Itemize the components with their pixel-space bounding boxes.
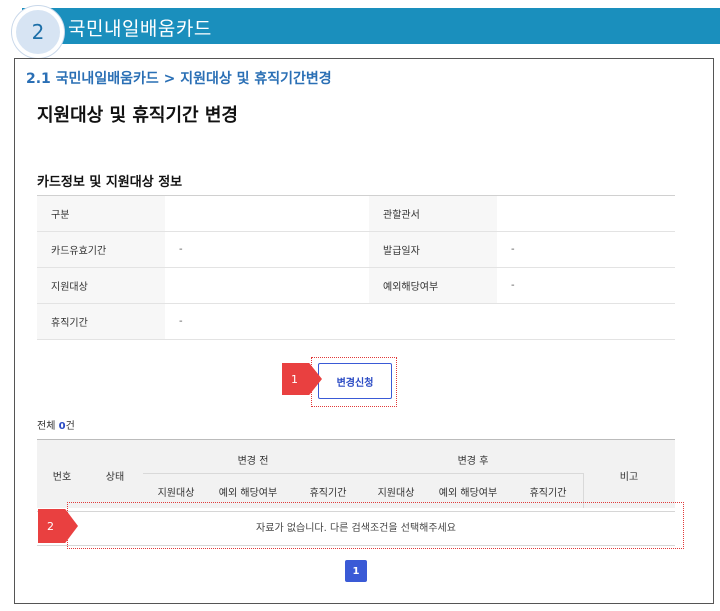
banner-title: 국민내일배움카드: [68, 18, 212, 40]
pagination-page-1[interactable]: 1: [345, 560, 367, 582]
col-header-before-target: 지원대상: [157, 488, 195, 499]
empty-highlight-box: [67, 502, 684, 549]
table-row: 카드유효기간 - 발급일자 -: [37, 231, 675, 268]
content-frame: 2.1 국민내일배움카드 > 지원대상 및 휴직기간변경 지원대상 및 휴직기간…: [14, 58, 714, 604]
header-divider: [143, 473, 583, 474]
col-header-note: 비고: [619, 472, 639, 483]
col-header-status: 상태: [105, 472, 125, 483]
row-label: 휴직기간: [37, 303, 165, 340]
card-info-table: 구분 관할관서 카드유효기간 - 발급일자 - 지원대상 예외해당여부 - 휴직…: [37, 195, 675, 340]
breadcrumb: 2.1 국민내일배움카드 > 지원대상 및 휴직기간변경: [26, 71, 332, 87]
total-count: 전체 0건: [37, 417, 75, 432]
col-header-after-exception: 예외 해당여부: [438, 488, 498, 499]
table-row: 지원대상 예외해당여부 -: [37, 267, 675, 304]
col-header-after-target: 지원대상: [377, 488, 415, 499]
total-suffix: 건: [65, 421, 75, 432]
row-label: 관할관서: [369, 195, 497, 232]
col-header-before-exception: 예외 해당여부: [218, 488, 278, 499]
table-row: 구분 관할관서: [37, 195, 675, 232]
table-row: 휴직기간 -: [37, 303, 675, 340]
row-value: -: [165, 303, 369, 340]
row-value: [497, 195, 675, 232]
row-label: 구분: [37, 195, 165, 232]
col-header-before: 변경 전: [237, 456, 269, 467]
row-value: -: [497, 231, 675, 268]
list-table-header: 번호 상태 변경 전 변경 후 비고 지원대상 예외 해당여부 휴직기간 지원대…: [37, 439, 675, 508]
row-value: [165, 267, 369, 304]
row-empty-cell: [369, 303, 675, 340]
section-title: 카드정보 및 지원대상 정보: [37, 175, 183, 190]
row-label: 발급일자: [369, 231, 497, 268]
row-label: 지원대상: [37, 267, 165, 304]
change-request-button[interactable]: 변경신청: [318, 363, 392, 399]
row-value: [165, 195, 369, 232]
row-value: -: [497, 267, 675, 304]
col-header-after-leave: 휴직기간: [529, 488, 567, 499]
page-title: 지원대상 및 휴직기간 변경: [37, 105, 238, 126]
row-value: -: [165, 231, 369, 268]
total-prefix: 전체: [37, 421, 59, 432]
col-header-no: 번호: [52, 472, 72, 483]
apply-highlight-box: 변경신청: [311, 357, 397, 407]
col-header-before-leave: 휴직기간: [309, 488, 347, 499]
row-label: 예외해당여부: [369, 267, 497, 304]
top-banner: 2 국민내일배움카드: [0, 0, 720, 58]
section-number-badge: 2: [12, 6, 64, 58]
row-label: 카드유효기간: [37, 231, 165, 268]
col-header-after: 변경 후: [457, 456, 489, 467]
total-count-value: 0: [58, 421, 66, 432]
